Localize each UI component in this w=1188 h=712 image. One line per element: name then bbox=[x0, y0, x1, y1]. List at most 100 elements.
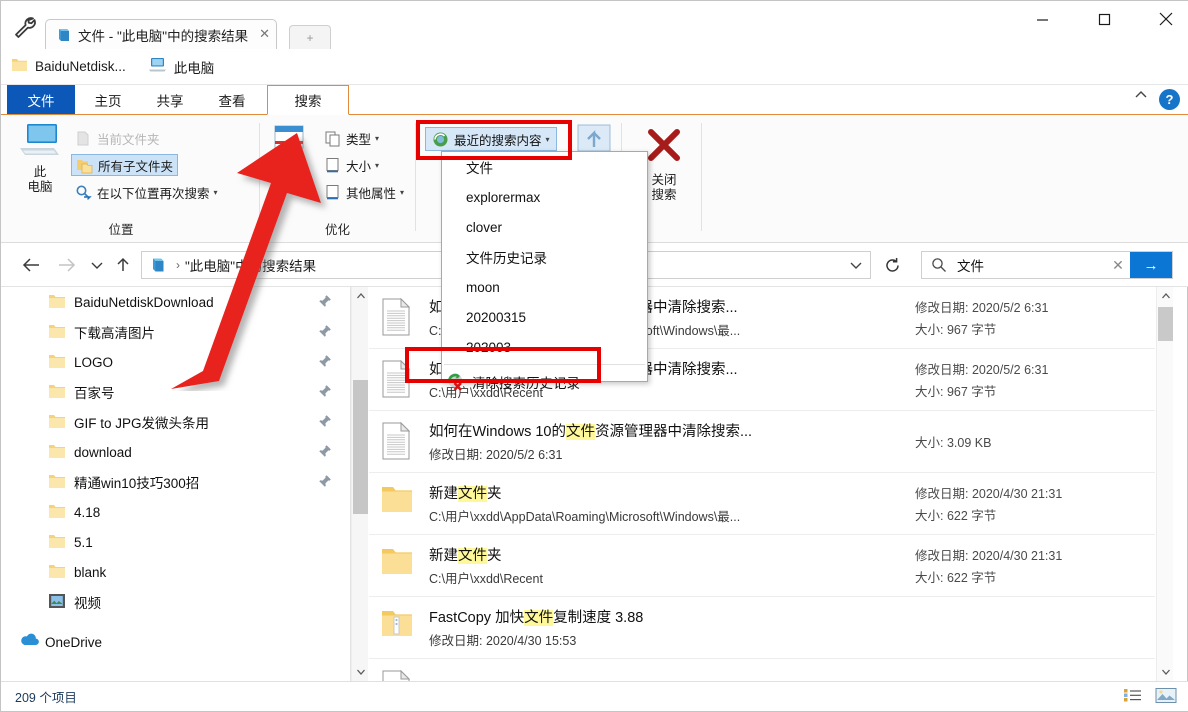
current-folder-button[interactable]: 当前文件夹 bbox=[71, 127, 164, 149]
type-filter-label: 类型 bbox=[346, 132, 372, 147]
ribbon-collapse-button[interactable] bbox=[1133, 89, 1149, 101]
forward-button[interactable] bbox=[53, 251, 81, 279]
type-filter-button[interactable]: 类型 ▾ bbox=[320, 127, 383, 149]
nav-item-0[interactable]: BaiduNetdiskDownload bbox=[1, 287, 350, 317]
clear-search-history-label: 清除搜索历史记录 bbox=[472, 376, 580, 391]
refresh-button[interactable] bbox=[877, 251, 907, 279]
nav-item-4[interactable]: GIF to JPG发微头条用 bbox=[1, 407, 350, 437]
nav-item-6[interactable]: 精通win10技巧300招 bbox=[1, 467, 350, 497]
quickbar-item-1[interactable]: 此电脑 bbox=[148, 57, 215, 77]
file-row[interactable]: 新建文件夹 C:\用户\xxdd\AppData\Roaming\Microsof… bbox=[369, 473, 1155, 535]
document-icon bbox=[381, 359, 415, 400]
details-view-icon[interactable] bbox=[1123, 687, 1145, 707]
file-title-pre: 新建 bbox=[429, 548, 458, 564]
minimize-button[interactable] bbox=[1019, 1, 1065, 37]
clear-search-history-item[interactable]: 清除搜索历史记录 bbox=[442, 367, 647, 397]
pin-icon[interactable] bbox=[318, 474, 332, 488]
dropdown-item-2[interactable]: clover bbox=[442, 212, 647, 242]
dropdown-item-4[interactable]: moon bbox=[442, 272, 647, 302]
tab-share[interactable]: 共享 bbox=[141, 85, 199, 115]
quickbar-item-0[interactable]: BaiduNetdisk... bbox=[11, 57, 126, 77]
nav-item-label: download bbox=[74, 444, 132, 460]
nav-item-7[interactable]: 4.18 bbox=[1, 497, 350, 527]
nav-item-label: blank bbox=[74, 564, 107, 580]
maximize-button[interactable] bbox=[1081, 1, 1127, 37]
file-list-scrollbar[interactable] bbox=[1156, 287, 1173, 681]
chevron-down-icon[interactable]: ▾ bbox=[546, 135, 550, 144]
other-properties-button[interactable]: 其他属性 ▾ bbox=[320, 181, 408, 203]
pin-icon[interactable] bbox=[318, 414, 332, 428]
folder-icon bbox=[48, 383, 66, 401]
scroll-down-icon[interactable] bbox=[352, 663, 369, 681]
up-button[interactable] bbox=[109, 251, 137, 279]
close-icon[interactable]: ✕ bbox=[1106, 257, 1130, 274]
dropdown-item-6[interactable]: 202003 bbox=[442, 332, 647, 362]
dropdown-item-5[interactable]: 20200315 bbox=[442, 302, 647, 332]
help-icon[interactable]: ? bbox=[1159, 89, 1180, 110]
size-filter-button[interactable]: 大小 ▾ bbox=[320, 154, 383, 176]
recent-locations-button[interactable] bbox=[83, 251, 111, 279]
new-tab-button[interactable]: + bbox=[289, 25, 331, 49]
file-row[interactable]: 在Windows 10上充分利用文件资源管理器的最佳...大小: 15.3 KB bbox=[369, 659, 1155, 681]
nav-item-9[interactable]: blank bbox=[1, 557, 350, 587]
tab-view[interactable]: 查看 bbox=[203, 85, 261, 115]
tab-file[interactable]: 文件 bbox=[7, 85, 75, 115]
scroll-up-icon[interactable] bbox=[1157, 287, 1174, 305]
file-row[interactable]: 新建文件夹 C:\用户\xxdd\Recent 修改日期: 2020/4/30 21… bbox=[369, 535, 1155, 597]
pin-icon[interactable] bbox=[318, 384, 332, 398]
scroll-thumb[interactable] bbox=[1158, 307, 1173, 341]
pin-icon[interactable] bbox=[318, 294, 332, 308]
navigation-pane: BaiduNetdiskDownload 下载高清图片 LOGO 百家号 GIF to … bbox=[1, 287, 351, 681]
search-input[interactable]: 文件 ✕ → bbox=[921, 251, 1173, 279]
nav-item-2[interactable]: LOGO bbox=[1, 347, 350, 377]
tab-close-icon[interactable]: ✕ bbox=[259, 27, 270, 41]
browser-tab-active[interactable]: 文件 - "此电脑"中的搜索结果 ✕ bbox=[45, 19, 277, 49]
title-bar: 文件 - "此电脑"中的搜索结果 ✕ + bbox=[1, 1, 1188, 49]
dropdown-item-1[interactable]: explorermax bbox=[442, 182, 647, 212]
search-icon bbox=[931, 257, 947, 273]
dropdown-item-0[interactable]: 文件 bbox=[442, 152, 647, 182]
folder-icon bbox=[48, 563, 66, 581]
nav-item-1[interactable]: 下载高清图片 bbox=[1, 317, 350, 347]
date-modified-button[interactable]: 日期 ▾ bbox=[264, 123, 314, 177]
nav-item-8[interactable]: 5.1 bbox=[1, 527, 350, 557]
quickbar-label-1: 此电脑 bbox=[173, 60, 215, 76]
back-button[interactable] bbox=[17, 251, 45, 279]
scroll-thumb[interactable] bbox=[353, 380, 368, 514]
tab-home[interactable]: 主页 bbox=[79, 85, 137, 115]
large-icons-view-icon[interactable] bbox=[1155, 687, 1177, 707]
pin-icon[interactable] bbox=[318, 324, 332, 338]
pin-icon[interactable] bbox=[318, 354, 332, 368]
nav-item-3[interactable]: 百家号 bbox=[1, 377, 350, 407]
folder-icon bbox=[48, 353, 66, 371]
nav-item-label: 百家号 bbox=[74, 386, 115, 401]
ribbon-group-location: 此电脑 当前文件夹 所有子文件夹 在以下位置再次搜索 ▾ 位置 bbox=[1, 115, 259, 243]
chevron-down-icon[interactable]: ▾ bbox=[375, 134, 379, 143]
pin-icon[interactable] bbox=[318, 444, 332, 458]
breadcrumb-dropdown-icon[interactable] bbox=[842, 252, 870, 278]
other-props-icon bbox=[324, 184, 341, 201]
search-again-button[interactable]: 在以下位置再次搜索 ▾ bbox=[71, 181, 222, 203]
tab-search[interactable]: 搜索 bbox=[267, 85, 349, 115]
wrench-icon[interactable] bbox=[13, 15, 39, 39]
navigation-pane-scrollbar[interactable] bbox=[351, 287, 368, 681]
file-meta: 修改日期: 2020/4/30 21:31 大小: 622 字节 bbox=[915, 542, 1155, 589]
all-subfolders-button[interactable]: 所有子文件夹 bbox=[71, 154, 179, 176]
chevron-down-icon[interactable]: ▾ bbox=[400, 188, 404, 197]
scroll-down-icon[interactable] bbox=[1157, 663, 1174, 681]
scroll-up-icon[interactable] bbox=[352, 287, 369, 305]
nav-item-5[interactable]: download bbox=[1, 437, 350, 467]
file-row[interactable]: 如何在Windows 10的文件资源管理器中清除搜索... 修改日期: 2020/… bbox=[369, 411, 1155, 473]
search-submit-button[interactable]: → bbox=[1130, 252, 1172, 278]
chevron-down-icon[interactable]: ▾ bbox=[214, 188, 218, 197]
file-row[interactable]: FastCopy 加快文件复制速度 3.88 修改日期: 2020/4/30 15… bbox=[369, 597, 1155, 659]
recent-searches-button[interactable]: 最近的搜索内容 ▾ bbox=[425, 127, 557, 151]
file-meta: 修改日期: 2020/5/2 6:31 大小: 967 字节 bbox=[915, 356, 1155, 403]
chevron-down-icon[interactable]: ▾ bbox=[375, 161, 379, 170]
dropdown-item-3[interactable]: 文件历史记录 bbox=[442, 242, 647, 272]
close-button[interactable] bbox=[1143, 1, 1188, 37]
nav-item-10[interactable]: 视频 bbox=[1, 587, 350, 617]
folder-icon bbox=[11, 57, 28, 77]
this-pc-button[interactable]: 此电脑 bbox=[13, 123, 67, 195]
nav-item-11[interactable]: OneDrive bbox=[1, 627, 350, 657]
